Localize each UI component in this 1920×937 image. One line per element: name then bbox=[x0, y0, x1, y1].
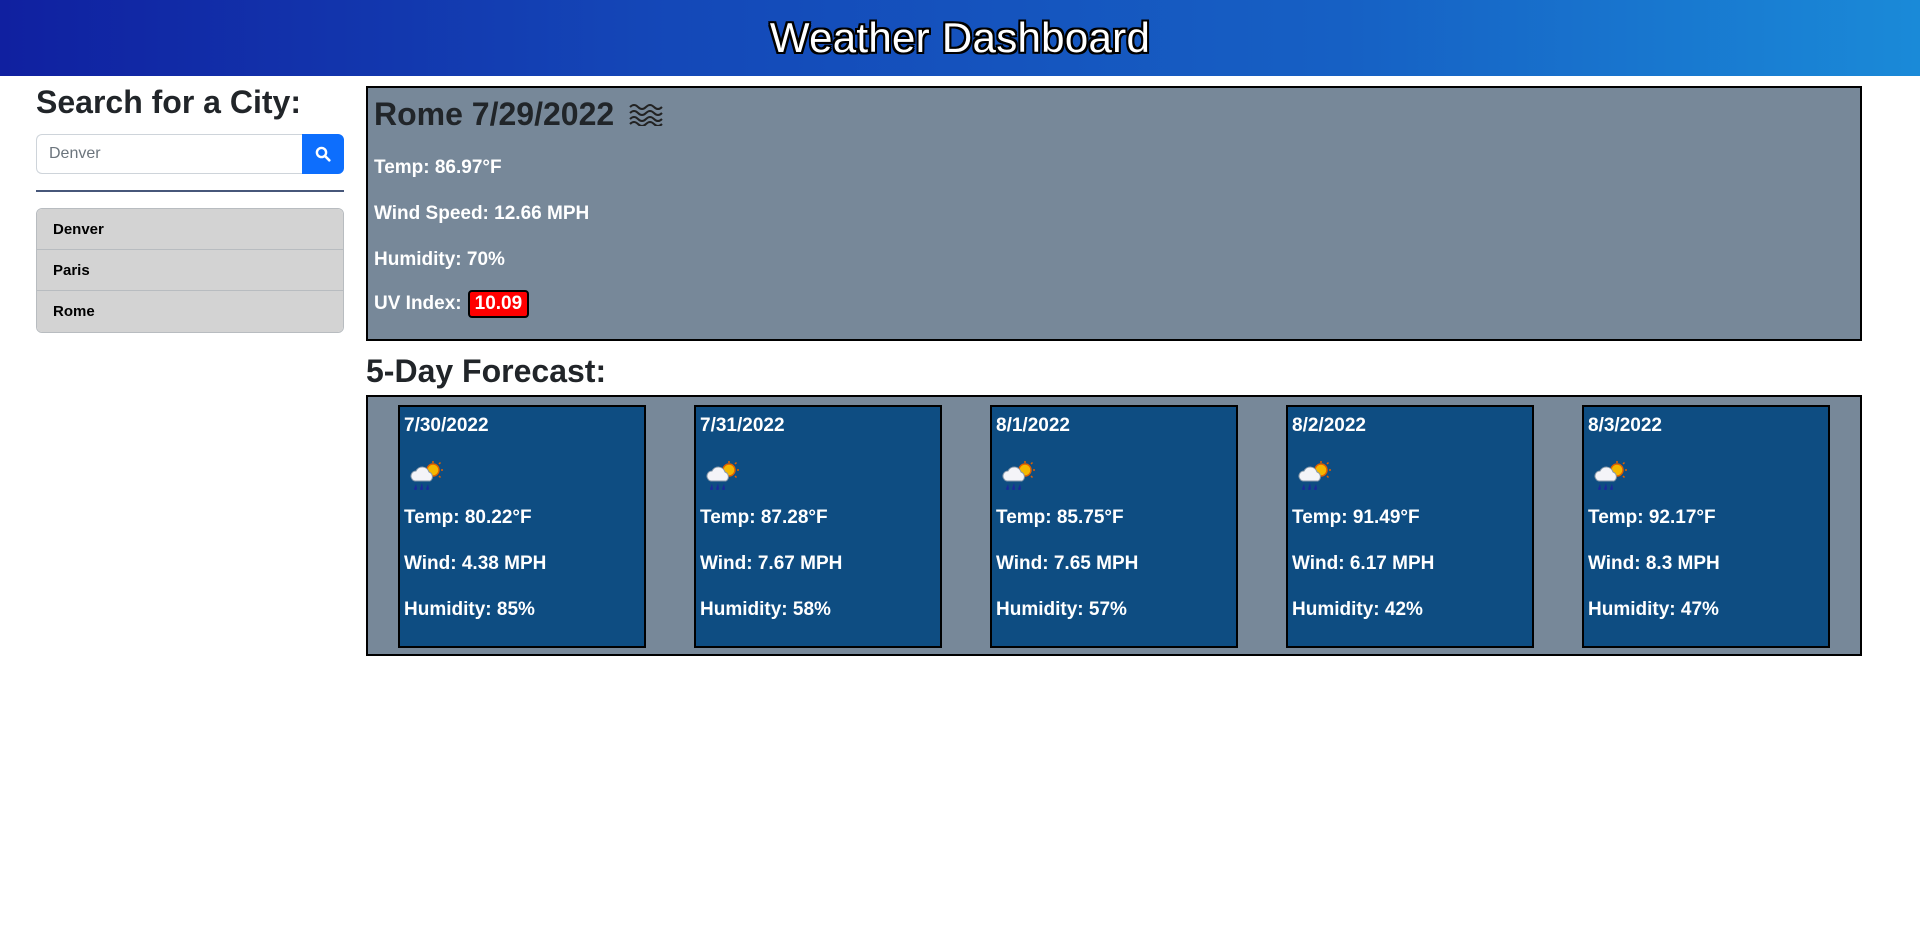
forecast-card: 7/31/2022 Temp: 87.28°F Wind: 7.67 MPH H… bbox=[694, 405, 942, 648]
current-weather-header: Rome 7/29/2022 bbox=[374, 96, 666, 133]
forecast-card: 7/30/2022 Temp: 80.22°F Wind: 4.38 MPH H… bbox=[398, 405, 646, 648]
forecast-wind: Wind: 8.3 MPH bbox=[1588, 553, 1720, 574]
forecast-date: 8/3/2022 bbox=[1588, 415, 1662, 436]
forecast-temp: Temp: 91.49°F bbox=[1292, 507, 1420, 528]
current-uv-row: UV Index: 10.09 bbox=[374, 290, 530, 318]
forecast-card: 8/3/2022 Temp: 92.17°F Wind: 8.3 MPH Hum… bbox=[1582, 405, 1830, 648]
rain-sun-icon bbox=[998, 461, 1038, 498]
forecast-temp: Temp: 80.22°F bbox=[404, 507, 532, 528]
forecast-date: 8/2/2022 bbox=[1292, 415, 1366, 436]
forecast-humidity: Humidity: 85% bbox=[404, 599, 535, 620]
uv-label: UV Index: bbox=[374, 293, 462, 314]
forecast-date: 7/30/2022 bbox=[404, 415, 489, 436]
forecast-humidity: Humidity: 57% bbox=[996, 599, 1127, 620]
forecast-humidity: Humidity: 47% bbox=[1588, 599, 1719, 620]
current-humidity: Humidity: 70% bbox=[374, 249, 505, 270]
forecast-temp: Temp: 87.28°F bbox=[700, 507, 828, 528]
history-item-rome[interactable]: Rome bbox=[37, 291, 343, 332]
forecast-wind: Wind: 7.67 MPH bbox=[700, 553, 843, 574]
forecast-panel: 7/30/2022 Temp: 80.22°F Wind: 4.38 MPH H… bbox=[366, 395, 1862, 656]
search-form bbox=[36, 134, 344, 174]
city-search-input[interactable] bbox=[36, 134, 302, 174]
forecast-heading: 5-Day Forecast: bbox=[366, 353, 607, 389]
rain-sun-icon bbox=[406, 461, 446, 498]
history-item-denver[interactable]: Denver bbox=[37, 209, 343, 250]
forecast-wind: Wind: 6.17 MPH bbox=[1292, 553, 1435, 574]
rain-sun-icon bbox=[1294, 461, 1334, 498]
rain-sun-icon bbox=[1590, 461, 1630, 498]
forecast-humidity: Humidity: 42% bbox=[1292, 599, 1423, 620]
mist-icon bbox=[628, 102, 666, 131]
forecast-wind: Wind: 4.38 MPH bbox=[404, 553, 547, 574]
forecast-wind: Wind: 7.65 MPH bbox=[996, 553, 1139, 574]
app-header: Weather Dashboard bbox=[0, 0, 1920, 76]
current-weather-panel: Rome 7/29/2022 Temp: 86.97°F Wind Speed:… bbox=[366, 86, 1862, 341]
sidebar: Search for a City: Denver Paris Rome bbox=[36, 82, 344, 333]
forecast-card: 8/1/2022 Temp: 85.75°F Wind: 7.65 MPH Hu… bbox=[990, 405, 1238, 648]
sidebar-divider bbox=[36, 190, 344, 192]
search-history-list: Denver Paris Rome bbox=[36, 208, 344, 333]
search-button[interactable] bbox=[302, 134, 344, 174]
forecast-date: 8/1/2022 bbox=[996, 415, 1070, 436]
forecast-temp: Temp: 85.75°F bbox=[996, 507, 1124, 528]
search-heading: Search for a City: bbox=[36, 84, 301, 120]
search-icon bbox=[315, 146, 331, 162]
forecast-date: 7/31/2022 bbox=[700, 415, 785, 436]
rain-sun-icon bbox=[702, 461, 742, 498]
forecast-card: 8/2/2022 Temp: 91.49°F Wind: 6.17 MPH Hu… bbox=[1286, 405, 1534, 648]
current-city-date: Rome 7/29/2022 bbox=[374, 96, 615, 132]
current-wind: Wind Speed: 12.66 MPH bbox=[374, 203, 590, 224]
app-title: Weather Dashboard bbox=[769, 14, 1151, 61]
uv-index-badge: 10.09 bbox=[467, 290, 530, 318]
history-item-paris[interactable]: Paris bbox=[37, 250, 343, 291]
forecast-humidity: Humidity: 58% bbox=[700, 599, 831, 620]
forecast-temp: Temp: 92.17°F bbox=[1588, 507, 1716, 528]
current-temp: Temp: 86.97°F bbox=[374, 157, 502, 178]
